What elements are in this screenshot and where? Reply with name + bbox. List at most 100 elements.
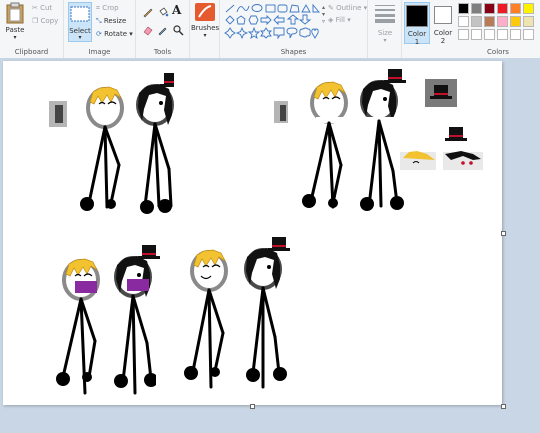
- color-swatch[interactable]: [484, 29, 495, 40]
- chevron-down-icon: ▾: [347, 16, 351, 24]
- color-swatch[interactable]: [497, 16, 508, 27]
- rotate-label: Rotate: [104, 30, 128, 38]
- canvas-resize-handle-right[interactable]: [501, 231, 506, 236]
- cut-label: Cut: [40, 4, 53, 12]
- fill-label: Fill: [335, 16, 345, 24]
- color-swatch[interactable]: [497, 3, 508, 14]
- fill-bucket-icon[interactable]: [157, 6, 169, 18]
- crop-button[interactable]: ⌗ Crop: [96, 4, 119, 13]
- heart-shape-icon: [311, 28, 319, 39]
- line-shape-icon: [225, 4, 235, 13]
- colors-group-label: Colors: [487, 48, 509, 56]
- shapes-gallery[interactable]: [224, 3, 320, 39]
- color-swatch[interactable]: [471, 3, 482, 14]
- down-arrow-shape-icon: [298, 14, 312, 25]
- color1-swatch: [406, 5, 428, 27]
- pencil-icon[interactable]: [142, 6, 154, 18]
- drawing-canvas[interactable]: [3, 61, 502, 405]
- chevron-down-icon: ▾: [78, 34, 82, 41]
- paste-button[interactable]: Paste ▾: [2, 2, 28, 41]
- callout-cloud-shape-icon: [299, 27, 311, 38]
- image-group-label: Image: [88, 48, 111, 56]
- fill-icon: ◈: [328, 16, 334, 24]
- color-swatch[interactable]: [497, 29, 508, 40]
- color-swatch[interactable]: [458, 29, 469, 40]
- size-label: Size: [377, 29, 393, 37]
- triangle-shape-icon: [301, 4, 311, 13]
- polygon-shape-icon: [289, 4, 300, 13]
- five-point-star-shape-icon: [247, 26, 261, 39]
- color-swatch[interactable]: [458, 16, 469, 27]
- color1-button[interactable]: Color 1: [404, 2, 430, 46]
- chevron-down-icon: ▾: [383, 37, 387, 44]
- crop-label: Crop: [102, 4, 119, 12]
- copy-icon: ❐: [32, 17, 39, 25]
- clipboard-group-label: Clipboard: [14, 48, 49, 56]
- paste-label: Paste: [5, 26, 25, 34]
- fill-button[interactable]: ◈ Fill ▾: [328, 16, 351, 24]
- color-swatch[interactable]: [484, 16, 495, 27]
- four-point-arrow-shape-icon: [224, 27, 236, 39]
- brushes-label: Brushes: [191, 24, 220, 32]
- outline-label: Outline: [336, 4, 362, 12]
- cut-button[interactable]: ✂ Cut: [32, 4, 52, 12]
- color-swatch[interactable]: [523, 29, 534, 40]
- canvas-resize-handle-corner[interactable]: [501, 404, 506, 409]
- color-picker-icon[interactable]: [157, 24, 169, 36]
- outline-icon: ✎: [328, 4, 334, 12]
- outline-button[interactable]: ✎ Outline ▾: [328, 4, 367, 12]
- color2-sub: 2: [440, 37, 446, 45]
- palette-grid: [458, 3, 540, 47]
- color1-label: Color: [407, 30, 427, 38]
- magnifier-icon[interactable]: [172, 24, 184, 36]
- color-swatch[interactable]: [523, 3, 534, 14]
- color-swatch[interactable]: [458, 3, 469, 14]
- rectangle-shape-icon: [265, 4, 276, 13]
- canvas-artwork: [49, 69, 483, 395]
- resize-label: Resize: [103, 17, 127, 25]
- brushes-button[interactable]: Brushes ▾: [191, 2, 219, 39]
- copy-label: Copy: [40, 17, 59, 25]
- resize-button[interactable]: ⤡ Resize: [96, 17, 126, 26]
- color-swatch[interactable]: [510, 29, 521, 40]
- select-button[interactable]: Select ▾: [68, 2, 92, 42]
- up-arrow-shape-icon: [286, 14, 300, 25]
- text-icon[interactable]: A: [172, 3, 181, 17]
- crop-icon: ⌗: [96, 4, 100, 12]
- color-swatch[interactable]: [471, 16, 482, 27]
- chevron-down-icon: ▾: [13, 34, 17, 41]
- color-swatch[interactable]: [471, 29, 482, 40]
- color-swatch[interactable]: [510, 16, 521, 27]
- size-button[interactable]: Size ▾: [371, 3, 399, 44]
- color1-sub: 1: [414, 38, 420, 46]
- size-group: Size ▾: [368, 0, 402, 58]
- rounded-rectangle-shape-icon: [277, 4, 288, 13]
- color2-button[interactable]: Color 2: [431, 2, 455, 45]
- drawing-top-right-pair: [274, 69, 483, 211]
- chevron-down-icon: ▾: [203, 32, 207, 39]
- color-swatch[interactable]: [510, 3, 521, 14]
- copy-button[interactable]: ❐ Copy: [32, 17, 58, 25]
- select-rectangle-icon: [70, 6, 90, 22]
- tools-group-label: Tools: [153, 48, 172, 56]
- drawing-bottom-right-pair: [184, 237, 290, 389]
- rotate-button[interactable]: ⟳ Rotate ▾: [96, 30, 133, 38]
- tools-group: A Tools: [136, 0, 190, 58]
- color-swatch[interactable]: [484, 3, 495, 14]
- scissors-icon: ✂: [32, 4, 38, 12]
- right-arrow-shape-icon: [260, 14, 272, 26]
- drawing-bottom-left-pair: [56, 245, 166, 395]
- shapes-group-label: Shapes: [280, 48, 307, 56]
- color2-swatch: [434, 6, 452, 24]
- canvas-resize-handle-bottom[interactable]: [250, 404, 255, 409]
- diamond-shape-icon: [225, 15, 235, 25]
- chevron-down-icon: ▾: [363, 4, 368, 12]
- drawing-top-left-pair: [49, 71, 184, 221]
- resize-icon: ⤡: [96, 17, 102, 25]
- four-point-star-shape-icon: [235, 26, 249, 39]
- color-swatch[interactable]: [523, 16, 534, 27]
- chevron-down-icon: ▾: [129, 30, 133, 38]
- rotate-icon: ⟳: [96, 30, 102, 38]
- shapes-scroll[interactable]: ▴ ▾ ▿: [322, 4, 325, 25]
- eraser-icon[interactable]: [142, 24, 154, 36]
